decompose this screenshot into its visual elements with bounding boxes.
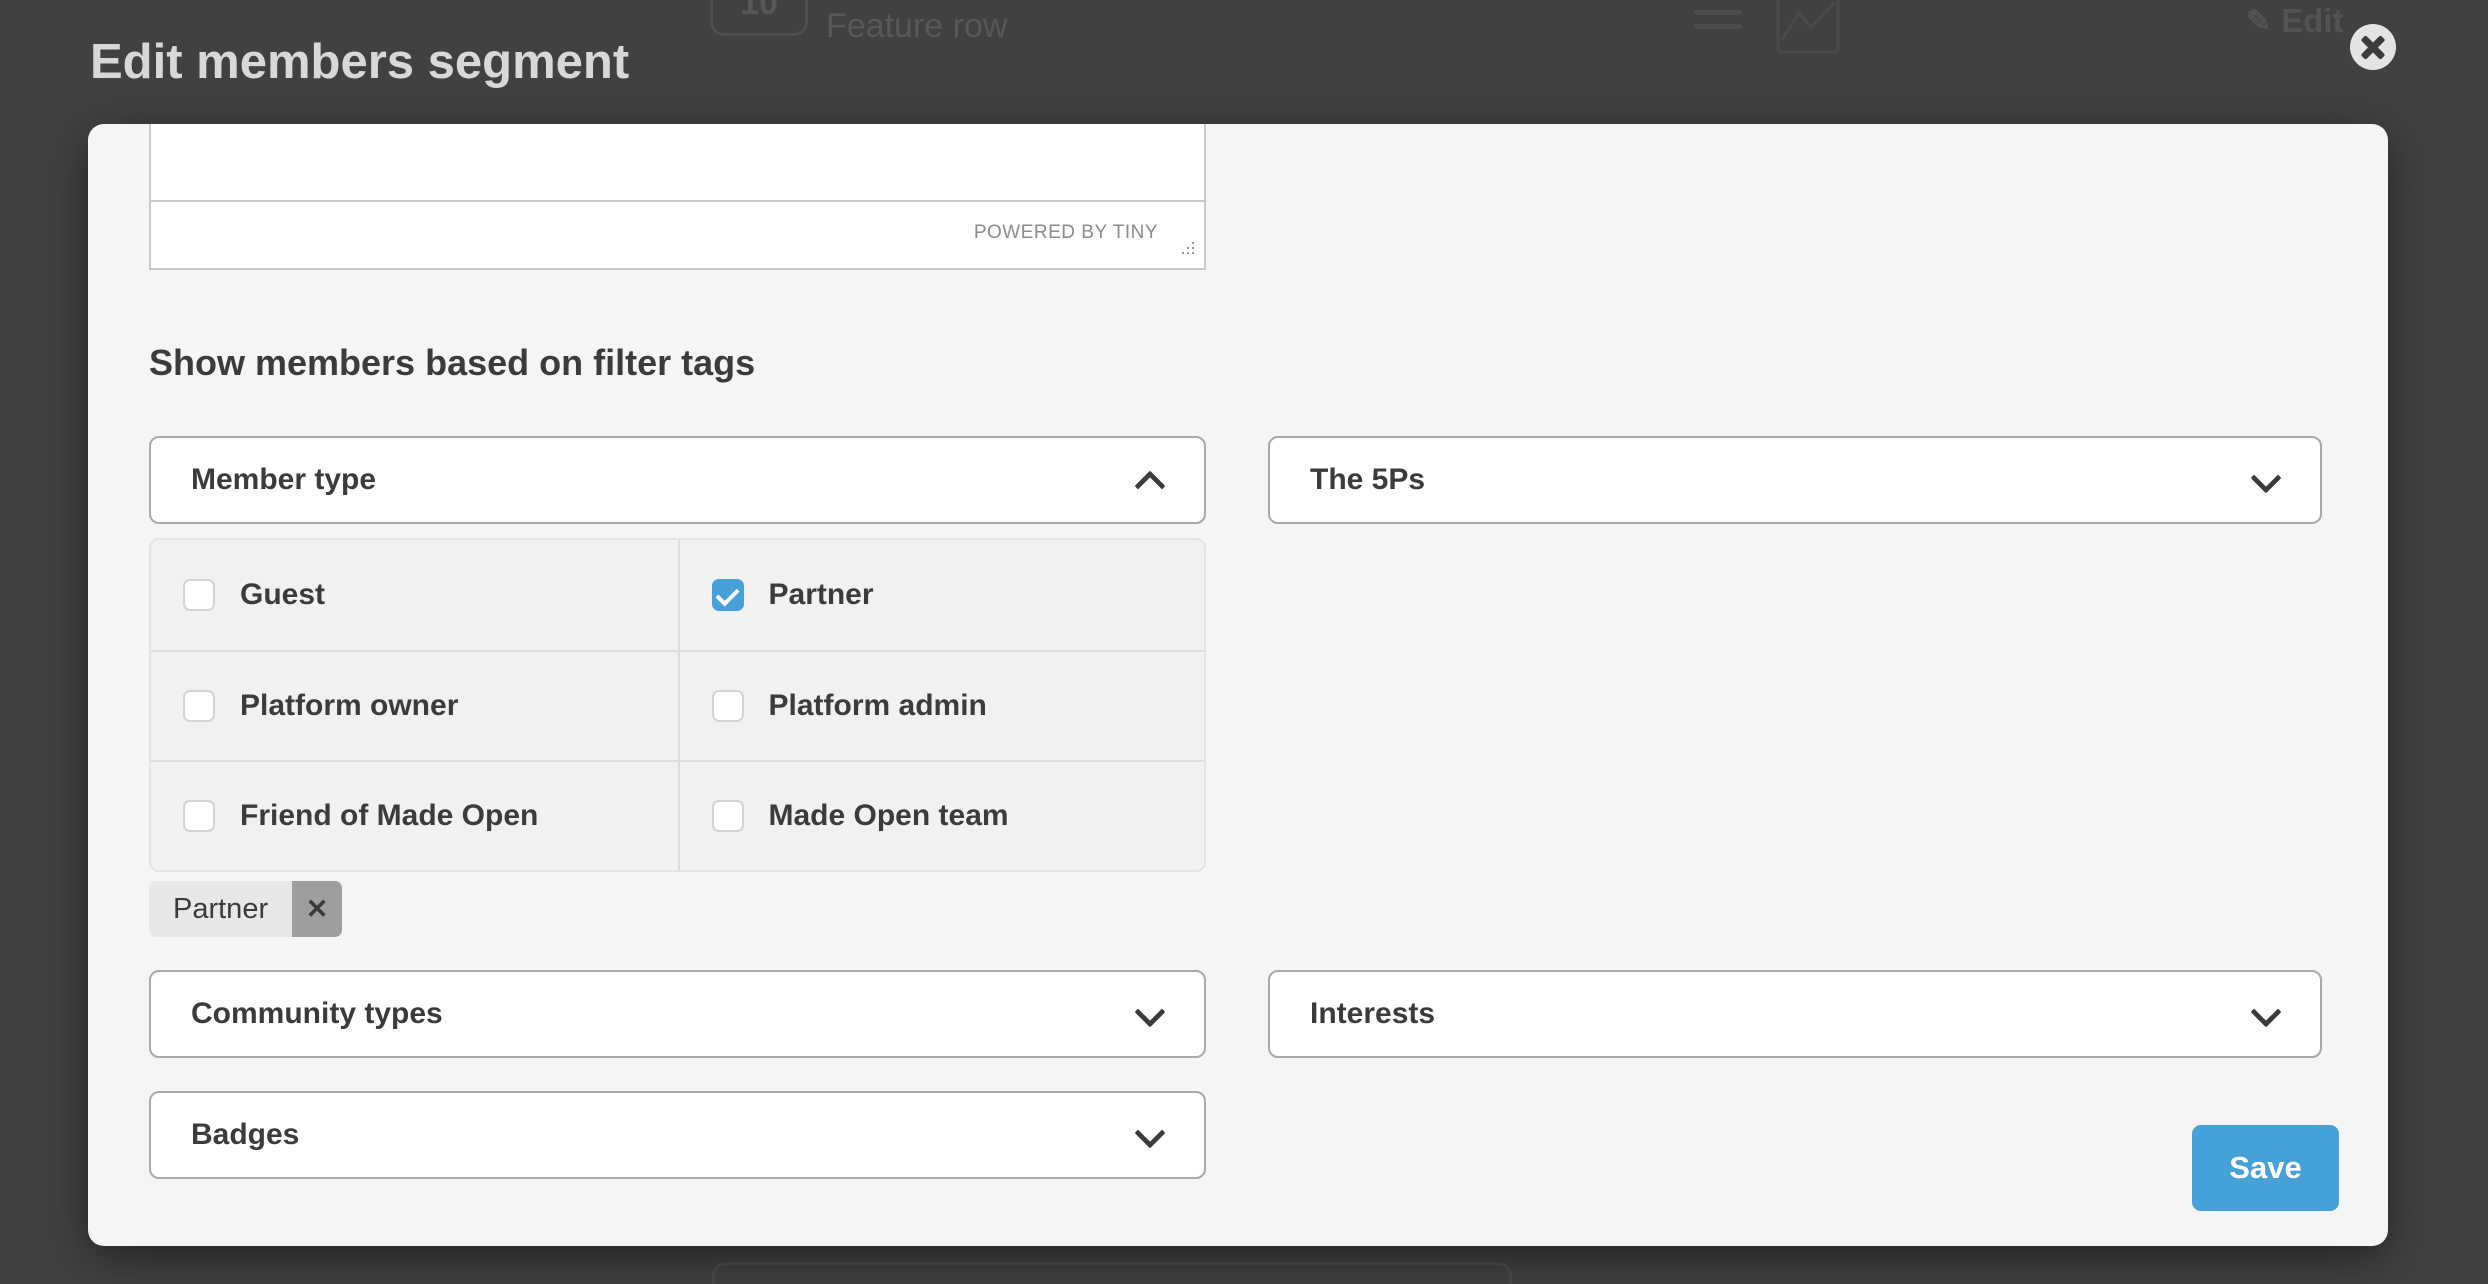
hamburger-menu-icon	[1694, 10, 1742, 38]
feature-count: 10	[740, 0, 778, 23]
dropdown-member-type[interactable]: Member type	[149, 436, 1206, 524]
dropdown-community-types[interactable]: Community types	[149, 970, 1206, 1058]
powered-by-tiny-link[interactable]: POWERED BY TINY	[974, 222, 1158, 244]
checkbox-platform-admin[interactable]	[712, 690, 744, 722]
filters-heading: Show members based on filter tags	[149, 342, 755, 384]
background-panel-outline	[712, 1262, 1512, 1284]
chart-icon	[1776, 0, 1840, 59]
option-platform-owner[interactable]: Platform owner	[151, 650, 678, 760]
chevron-down-icon	[1135, 1000, 1162, 1027]
dropdown-member-type-label: Member type	[191, 463, 376, 497]
selected-tag-partner: Partner ✕	[149, 881, 342, 937]
close-button[interactable]	[2350, 24, 2396, 70]
editor-content-area[interactable]	[151, 124, 1204, 202]
checkbox-partner[interactable]	[712, 579, 744, 611]
save-button[interactable]: Save	[2192, 1125, 2339, 1211]
option-made-open-team[interactable]: Made Open team	[678, 760, 1205, 870]
dropdown-interests-label: Interests	[1310, 997, 1435, 1031]
dropdown-badges[interactable]: Badges	[149, 1091, 1206, 1179]
selected-tag-label: Partner	[149, 881, 292, 937]
edit-members-segment-dialog: POWERED BY TINY Show members based on fi…	[88, 124, 2388, 1246]
option-friend-of-made-open[interactable]: Friend of Made Open	[151, 760, 678, 870]
chevron-down-icon	[2251, 1000, 2278, 1027]
dropdown-the-5ps-label: The 5Ps	[1310, 463, 1425, 497]
option-guest[interactable]: Guest	[151, 540, 678, 650]
feature-row-label: Feature row	[826, 6, 1007, 46]
dropdown-community-types-label: Community types	[191, 997, 443, 1031]
feature-count-box: 10	[710, 0, 808, 36]
chevron-up-icon	[1135, 466, 1162, 493]
option-guest-label: Guest	[240, 578, 325, 612]
rich-text-editor: POWERED BY TINY	[149, 124, 1206, 270]
option-platform-admin[interactable]: Platform admin	[678, 650, 1205, 760]
option-friend-of-made-open-label: Friend of Made Open	[240, 799, 538, 833]
editor-resize-grip-icon[interactable]	[1182, 242, 1184, 244]
background-edit-label: Edit	[2281, 2, 2343, 40]
chevron-down-icon	[1135, 1121, 1162, 1148]
option-partner-label: Partner	[769, 578, 874, 612]
checkbox-platform-owner[interactable]	[183, 690, 215, 722]
option-partner[interactable]: Partner	[678, 540, 1205, 650]
checkbox-guest[interactable]	[183, 579, 215, 611]
dropdown-badges-label: Badges	[191, 1118, 299, 1152]
dropdown-the-5ps[interactable]: The 5Ps	[1268, 436, 2322, 524]
chevron-down-icon	[2251, 466, 2278, 493]
pencil-icon: ✎	[2246, 4, 2271, 39]
checkbox-made-open-team[interactable]	[712, 800, 744, 832]
overlay-backdrop: 10 Feature row ✎ Edit Edit members segme…	[0, 0, 2488, 1284]
option-platform-owner-label: Platform owner	[240, 689, 458, 723]
option-made-open-team-label: Made Open team	[769, 799, 1009, 833]
x-icon: ✕	[306, 894, 329, 925]
remove-tag-button[interactable]: ✕	[292, 881, 342, 937]
dropdown-interests[interactable]: Interests	[1268, 970, 2322, 1058]
editor-statusbar: POWERED BY TINY	[151, 202, 1204, 264]
member-type-options-grid: Guest Partner Platform owner Platform ad…	[149, 538, 1206, 872]
modal-title: Edit members segment	[90, 34, 629, 90]
background-edit-button: ✎ Edit	[2246, 2, 2343, 40]
option-platform-admin-label: Platform admin	[769, 689, 987, 723]
checkbox-friend-of-made-open[interactable]	[183, 800, 215, 832]
